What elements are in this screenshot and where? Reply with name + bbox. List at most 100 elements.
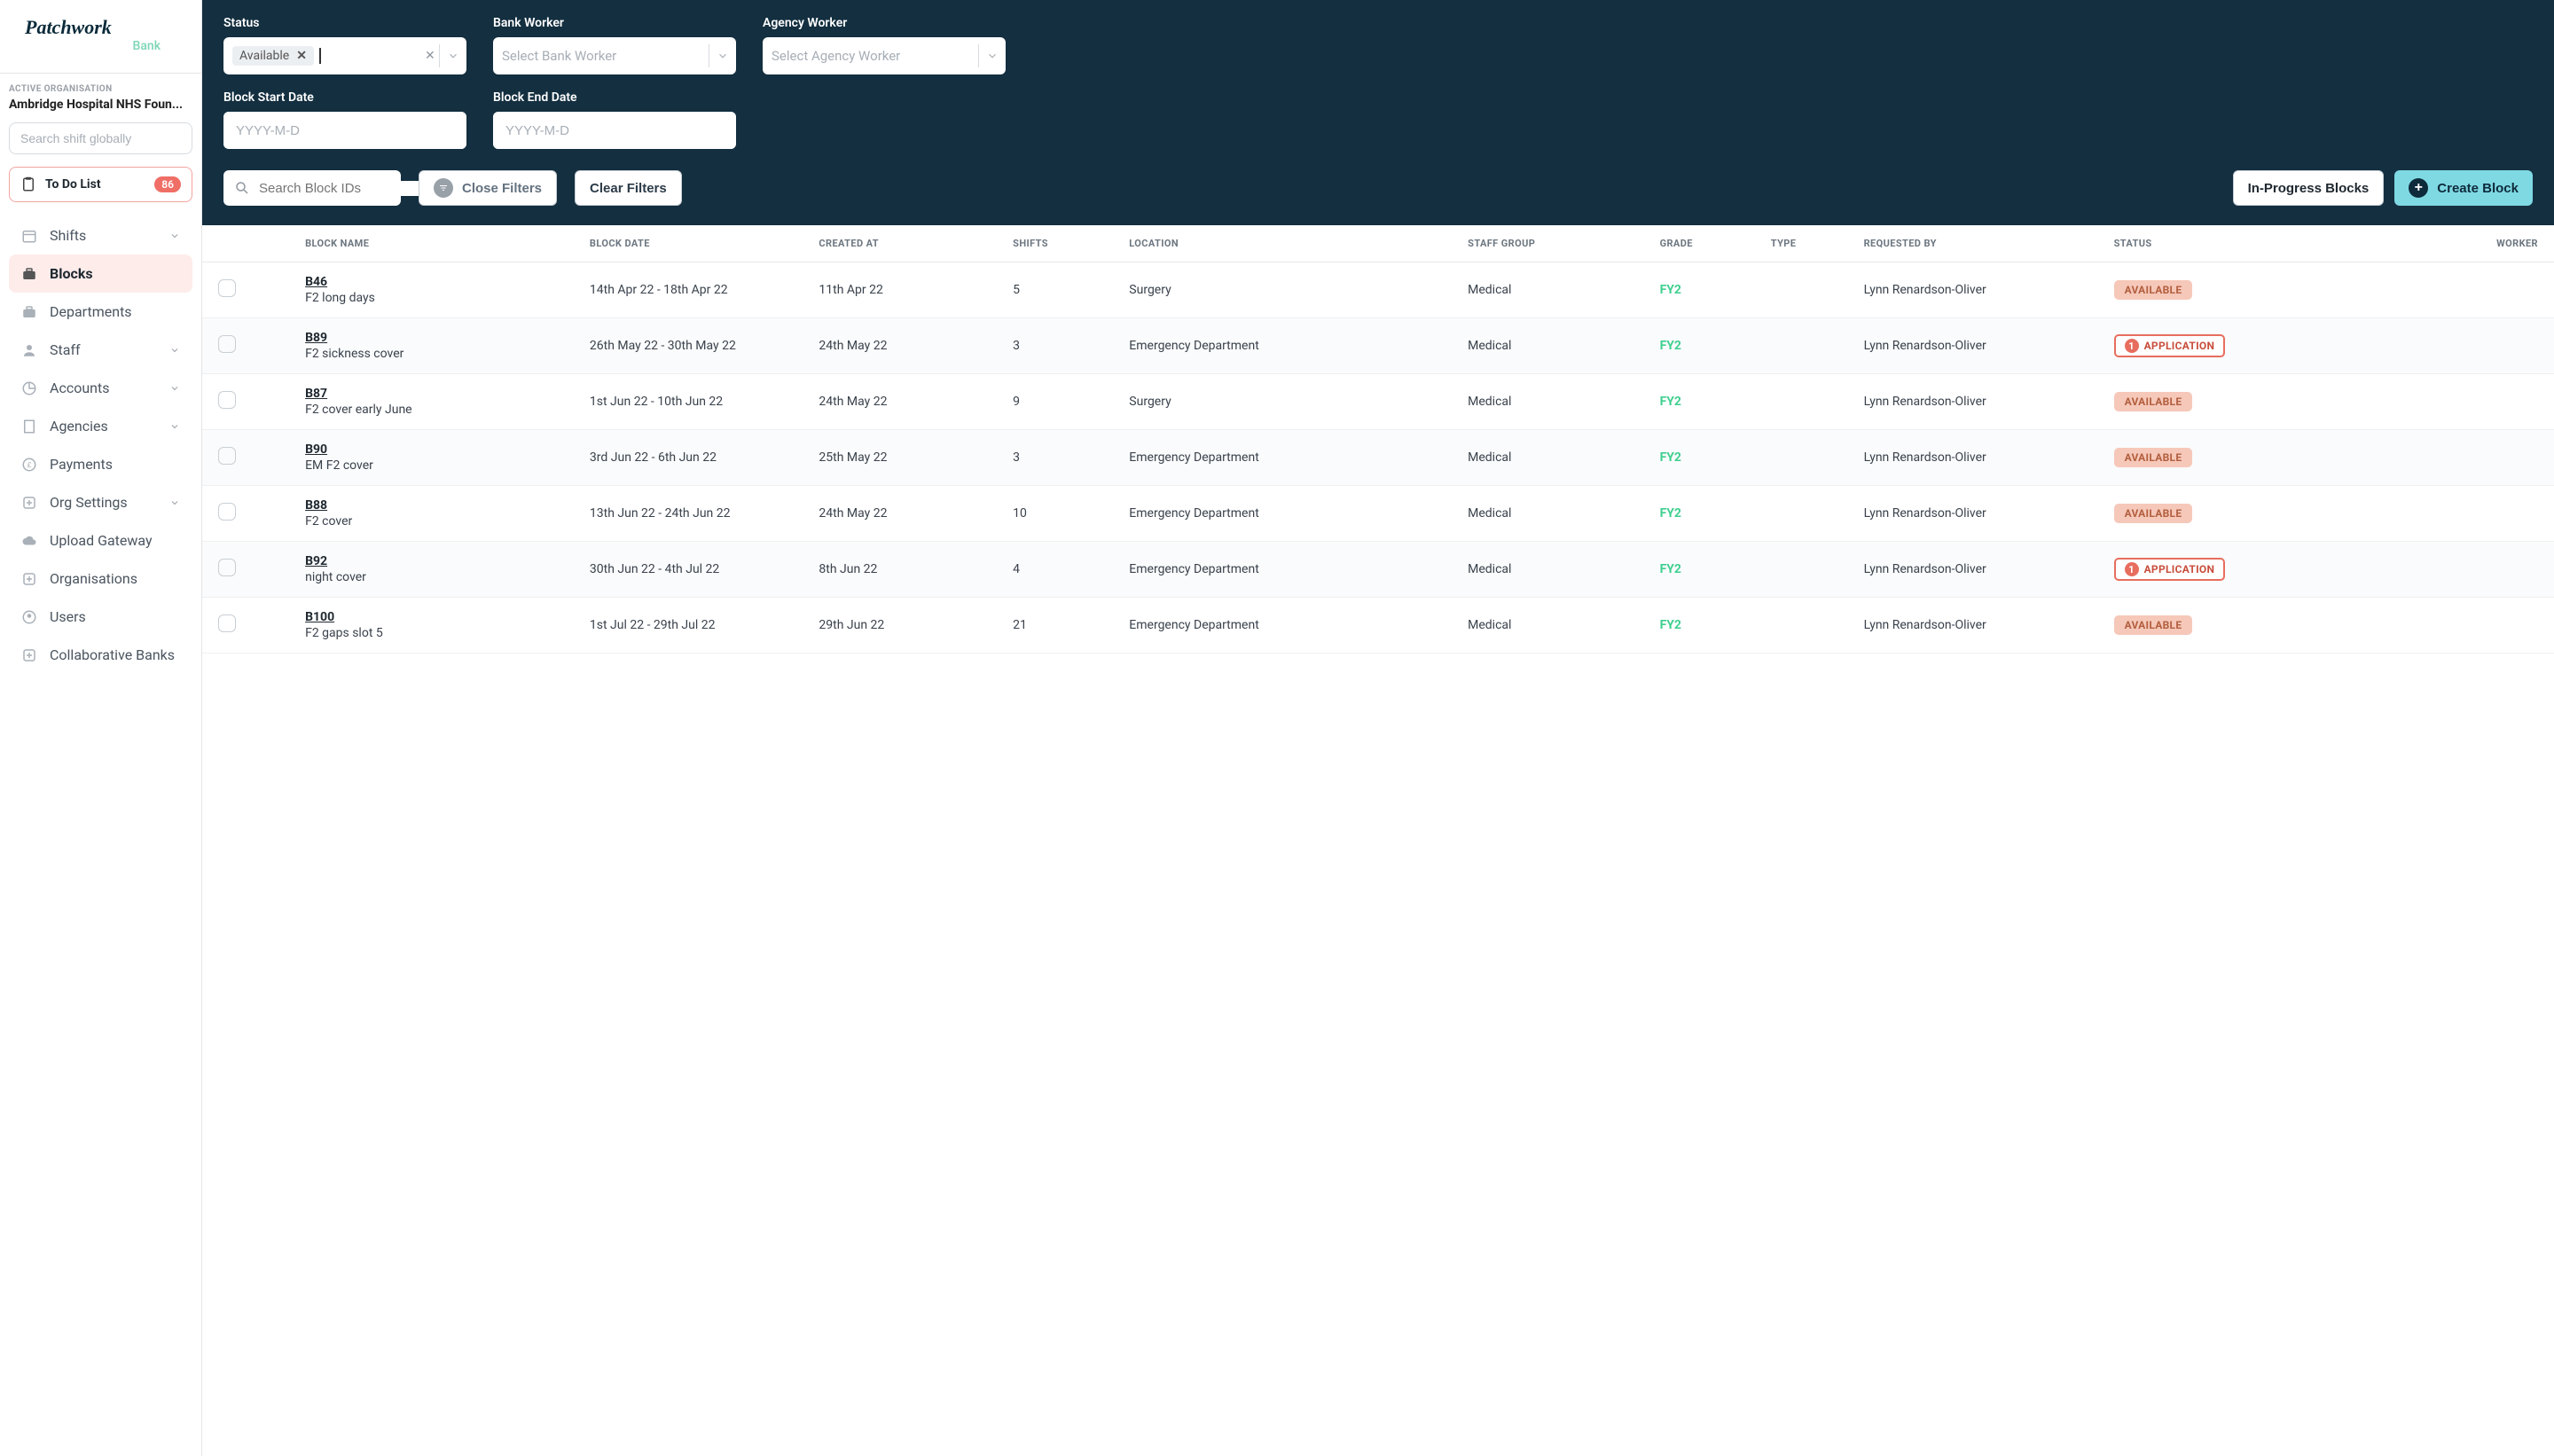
search-blocks-input[interactable] <box>259 181 435 196</box>
col-header: TYPE <box>1764 225 1857 262</box>
agency-worker-label: Agency Worker <box>763 16 1006 30</box>
nav-label: Organisations <box>50 570 137 587</box>
bank-worker-label: Bank Worker <box>493 16 736 30</box>
global-search-input[interactable] <box>9 122 192 154</box>
block-date: 1st Jun 22 - 10th Jun 22 <box>583 374 812 430</box>
col-header: SHIFTS <box>1006 225 1122 262</box>
plus-square-icon <box>21 495 37 511</box>
block-desc: F2 long days <box>305 291 576 305</box>
block-date: 1st Jul 22 - 29th Jul 22 <box>583 598 812 654</box>
chevron-down-icon[interactable] <box>440 50 466 62</box>
nav-label: Payments <box>50 456 113 473</box>
row-checkbox[interactable] <box>218 614 236 632</box>
status-badge: AVAILABLE <box>2114 392 2193 411</box>
org-label: ACTIVE ORGANISATION <box>0 84 201 98</box>
created-at: 25th May 22 <box>811 430 1006 486</box>
block-id-link[interactable]: B87 <box>305 387 576 401</box>
nav: Shifts BlocksDepartments Staff AccountsAgen… <box>0 211 201 679</box>
block-date: 30th Jun 22 - 4th Jul 22 <box>583 542 812 598</box>
blocks-table: BLOCK NAMEBLOCK DATECREATED ATSHIFTSLOCA… <box>202 225 2554 654</box>
application-count: 1 <box>2125 339 2139 353</box>
type <box>1764 262 1857 318</box>
block-id-link[interactable]: B90 <box>305 442 576 457</box>
create-block-button[interactable]: + Create Block <box>2394 170 2533 206</box>
row-checkbox[interactable] <box>218 279 236 297</box>
text-cursor <box>319 48 321 64</box>
logo-main: Patchwork <box>25 16 176 39</box>
sidebar-item-collaborative-banks[interactable]: Collaborative Banks <box>9 636 192 674</box>
staff-group: Medical <box>1461 430 1652 486</box>
staff-group: Medical <box>1461 542 1652 598</box>
agency-worker-select[interactable]: Select Agency Worker <box>763 37 1006 74</box>
chevron-down-icon[interactable] <box>979 50 1006 62</box>
row-checkbox[interactable] <box>218 559 236 576</box>
close-filters-button[interactable]: Close Filters <box>419 170 557 206</box>
main: Status Available ✕ ✕ <box>202 0 2554 1456</box>
briefcase-icon <box>21 266 37 282</box>
block-id-link[interactable]: B92 <box>305 554 576 568</box>
shifts: 21 <box>1006 598 1122 654</box>
search-blocks <box>223 170 401 206</box>
staff-group: Medical <box>1461 374 1652 430</box>
sidebar-item-agencies[interactable]: Agencies <box>9 407 192 445</box>
worker <box>2402 598 2554 654</box>
block-id-link[interactable]: B100 <box>305 610 576 624</box>
status-cell: 1APPLICATION <box>2107 542 2402 598</box>
created-at: 8th Jun 22 <box>811 542 1006 598</box>
start-date-input-wrap <box>223 112 466 149</box>
bank-worker-select[interactable]: Select Bank Worker <box>493 37 736 74</box>
block-id-link[interactable]: B88 <box>305 498 576 513</box>
status-badge[interactable]: 1APPLICATION <box>2114 334 2226 357</box>
created-at: 11th Apr 22 <box>811 262 1006 318</box>
col-header: STAFF GROUP <box>1461 225 1652 262</box>
worker <box>2402 318 2554 374</box>
sidebar-item-blocks[interactable]: Blocks <box>9 254 192 293</box>
sidebar-item-org-settings[interactable]: Org Settings <box>9 483 192 521</box>
worker <box>2402 262 2554 318</box>
status-cell: AVAILABLE <box>2107 486 2402 542</box>
location: Emergency Department <box>1122 542 1461 598</box>
end-date-label: Block End Date <box>493 90 736 105</box>
sidebar-item-payments[interactable]: £Payments <box>9 445 192 483</box>
sidebar-item-staff[interactable]: Staff <box>9 331 192 369</box>
end-date-input[interactable] <box>493 112 736 149</box>
type <box>1764 542 1857 598</box>
sidebar-item-upload-gateway[interactable]: Upload Gateway <box>9 521 192 560</box>
grade: FY2 <box>1653 542 1764 598</box>
block-date: 26th May 22 - 30th May 22 <box>583 318 812 374</box>
row-checkbox[interactable] <box>218 447 236 465</box>
sidebar-item-shifts[interactable]: Shifts <box>9 216 192 254</box>
sidebar-item-accounts[interactable]: Accounts <box>9 369 192 407</box>
status-badge[interactable]: 1APPLICATION <box>2114 558 2226 581</box>
shifts: 10 <box>1006 486 1122 542</box>
type <box>1764 486 1857 542</box>
logo-sub: Bank <box>25 39 176 53</box>
start-date-label: Block Start Date <box>223 90 466 105</box>
location: Surgery <box>1122 374 1461 430</box>
nav-label: Staff <box>50 341 81 358</box>
start-date-input[interactable] <box>223 112 466 149</box>
nav-label: Shifts <box>50 227 86 244</box>
status-badge: AVAILABLE <box>2114 280 2193 300</box>
row-checkbox[interactable] <box>218 503 236 521</box>
chevron-down-icon[interactable] <box>709 50 736 62</box>
row-checkbox[interactable] <box>218 335 236 353</box>
chip-remove-icon[interactable]: ✕ <box>296 49 307 63</box>
status-badge: AVAILABLE <box>2114 504 2193 523</box>
created-at: 24th May 22 <box>811 318 1006 374</box>
status-select[interactable]: Available ✕ ✕ <box>223 37 466 74</box>
clear-filters-button[interactable]: Clear Filters <box>575 170 682 206</box>
todo-list-button[interactable]: To Do List 86 <box>9 167 192 202</box>
row-checkbox[interactable] <box>218 391 236 409</box>
sidebar-item-organisations[interactable]: Organisations <box>9 560 192 598</box>
chevron-down-icon <box>169 497 180 508</box>
in-progress-button[interactable]: In-Progress Blocks <box>2233 170 2385 206</box>
todo-label: To Do List <box>45 177 101 192</box>
worker <box>2402 486 2554 542</box>
sidebar-item-departments[interactable]: Departments <box>9 293 192 331</box>
clear-icon[interactable]: ✕ <box>425 49 439 63</box>
nav-label: Collaborative Banks <box>50 646 175 663</box>
sidebar-item-users[interactable]: Users <box>9 598 192 636</box>
block-id-link[interactable]: B46 <box>305 275 576 289</box>
block-id-link[interactable]: B89 <box>305 331 576 345</box>
